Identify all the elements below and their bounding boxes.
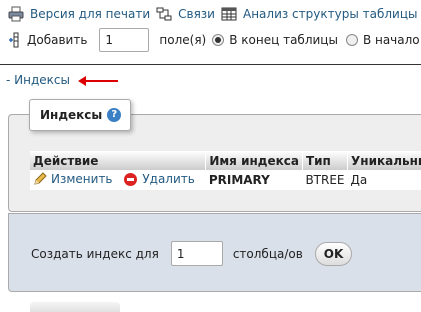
indexes-table: Действие Имя индекса Тип Уникальный Изме… xyxy=(30,151,421,190)
table-analyze-icon xyxy=(221,6,237,22)
add-column-icon xyxy=(8,32,24,48)
pencil-icon xyxy=(33,171,47,186)
delete-icon xyxy=(124,172,138,186)
add-label: Добавить xyxy=(27,33,88,47)
index-unique-cell: Да xyxy=(347,170,421,190)
next-section-edge xyxy=(30,302,120,312)
printer-icon xyxy=(8,6,24,22)
print-view-link[interactable]: Версия для печати xyxy=(8,6,150,22)
create-index-prefix: Создать индекс для xyxy=(31,246,159,261)
table-row: Изменить Удалить PRIMARY BTREE Да xyxy=(30,170,421,190)
index-name-cell: PRIMARY xyxy=(205,170,303,190)
fields-label: поле(я) xyxy=(159,33,207,47)
column-header-unique[interactable]: Уникальный xyxy=(347,151,421,170)
create-index-suffix: столбца/ов xyxy=(232,246,303,261)
create-index-count-input[interactable] xyxy=(170,241,223,266)
delete-index-link[interactable]: Удалить xyxy=(124,172,195,186)
analyze-structure-link[interactable]: Анализ структуры таблицы xyxy=(221,6,417,22)
create-index-panel: Создать индекс для столбца/ов OK xyxy=(8,213,421,292)
help-icon[interactable]: ? xyxy=(107,108,122,122)
column-header-action[interactable]: Действие xyxy=(30,151,207,170)
edit-index-link[interactable]: Изменить xyxy=(33,172,113,186)
delete-label: Удалить xyxy=(142,172,195,186)
column-header-type[interactable]: Тип xyxy=(302,151,349,170)
beginning-radio[interactable] xyxy=(345,34,358,46)
indexes-legend-label: Индексы xyxy=(40,108,103,122)
relations-icon xyxy=(156,6,172,22)
create-index-row: Создать индекс для столбца/ов OK xyxy=(31,241,353,266)
column-header-index-name[interactable]: Имя индекса xyxy=(205,151,303,170)
edit-label: Изменить xyxy=(51,171,113,186)
add-field-count-input[interactable] xyxy=(99,28,150,52)
end-of-table-label: В конец таблицы xyxy=(229,33,338,47)
divider xyxy=(0,64,421,65)
end-of-table-radio[interactable] xyxy=(212,34,225,46)
print-view-label: Версия для печати xyxy=(30,7,151,21)
index-type-cell: BTREE xyxy=(302,170,348,190)
relations-link[interactable]: Связи xyxy=(156,6,215,22)
action-cell: Изменить Удалить xyxy=(30,170,206,190)
indexes-legend: Индексы ? xyxy=(29,99,131,131)
analyze-structure-label: Анализ структуры таблицы xyxy=(242,7,418,21)
add-fields-row: Добавить поле(я) В конец таблицы В начал… xyxy=(8,27,420,53)
ok-button[interactable]: OK xyxy=(314,241,353,266)
indexes-toggle-link[interactable]: - Индексы xyxy=(6,73,70,87)
top-links: Версия для печати Связи Анализ структуры… xyxy=(8,5,421,23)
beginning-label: В начало xyxy=(362,33,420,47)
red-arrow-annotation xyxy=(78,76,118,86)
relations-label: Связи xyxy=(178,7,215,21)
